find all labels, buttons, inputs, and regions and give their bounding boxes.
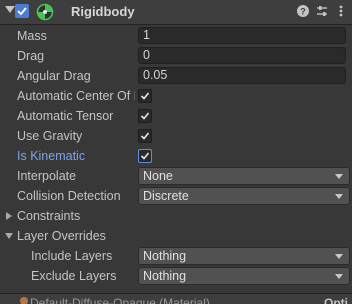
include-layers-value: Nothing (143, 249, 187, 263)
include-layers-row: Include Layers Nothing (0, 246, 352, 266)
mass-label: Mass (17, 29, 47, 43)
auto-com-checkbox[interactable] (138, 89, 152, 103)
angular-drag-label: Angular Drag (17, 69, 91, 83)
constraints-label: Constraints (17, 209, 81, 223)
is-kinematic-checkbox[interactable] (138, 149, 152, 163)
chevron-down-icon (335, 254, 343, 259)
collision-detection-dropdown[interactable]: Discrete (138, 187, 350, 205)
angular-drag-row: Angular Drag 0.05 (0, 66, 352, 86)
checkmark-icon (140, 92, 150, 100)
use-gravity-label: Use Gravity (17, 129, 83, 143)
help-icon[interactable]: ? (296, 4, 310, 18)
chevron-down-icon (335, 194, 343, 199)
layer-overrides-foldout[interactable]: Layer Overrides (0, 226, 352, 246)
drag-field[interactable]: 0 (138, 47, 346, 64)
auto-tensor-checkbox[interactable] (138, 109, 152, 123)
component-header: Rigidbody ? (0, 0, 352, 25)
chevron-right-icon (6, 212, 12, 220)
component-enabled-checkbox[interactable] (15, 4, 29, 18)
include-layers-dropdown[interactable]: Nothing (138, 247, 350, 265)
chevron-down-icon (335, 174, 343, 179)
sliders-icon[interactable] (315, 4, 329, 18)
interpolate-value: None (143, 169, 173, 183)
is-kinematic-label: Is Kinematic (17, 149, 86, 163)
interpolate-dropdown[interactable]: None (138, 167, 350, 185)
checkmark-icon (140, 152, 150, 160)
collision-detection-label: Collision Detection (17, 189, 121, 203)
mass-field[interactable]: 1 (138, 27, 346, 44)
auto-tensor-row: Automatic Tensor (0, 106, 352, 126)
drag-row: Drag 0 (0, 46, 352, 66)
interpolate-row: Interpolate None (0, 166, 352, 186)
chevron-down-icon (335, 274, 343, 279)
layer-overrides-label: Layer Overrides (17, 229, 106, 243)
auto-tensor-label: Automatic Tensor (17, 109, 114, 123)
use-gravity-row: Use Gravity (0, 126, 352, 146)
exclude-layers-row: Exclude Layers Nothing (0, 266, 352, 286)
collision-detection-value: Discrete (143, 189, 189, 203)
component-title: Rigidbody (71, 4, 135, 19)
checkmark-icon (140, 132, 150, 140)
angular-drag-field[interactable]: 0.05 (138, 67, 346, 84)
use-gravity-checkbox[interactable] (138, 129, 152, 143)
rigidbody-icon (36, 3, 54, 21)
exclude-layers-label: Exclude Layers (31, 269, 117, 283)
mass-row: Mass 1 (0, 26, 352, 46)
checkmark-icon (140, 112, 150, 120)
interpolate-label: Interpolate (17, 169, 77, 183)
exclude-layers-value: Nothing (143, 269, 187, 283)
drag-label: Drag (17, 49, 45, 63)
svg-text:?: ? (300, 7, 306, 17)
exclude-layers-dropdown[interactable]: Nothing (138, 267, 350, 285)
include-layers-label: Include Layers (31, 249, 113, 263)
foldout-arrow-icon[interactable] (5, 6, 15, 13)
is-kinematic-row: Is Kinematic (0, 146, 352, 166)
auto-com-label: Automatic Center Of Mass (17, 89, 135, 103)
auto-com-row: Automatic Center Of Mass (0, 86, 352, 106)
more-vertical-icon[interactable] (334, 4, 348, 18)
next-component-header[interactable]: Default-Diffuse-Opaque (Material) Opti (0, 293, 352, 304)
chevron-down-icon (5, 233, 13, 239)
collision-detection-row: Collision Detection Discrete (0, 186, 352, 206)
constraints-foldout[interactable]: Constraints (0, 206, 352, 226)
